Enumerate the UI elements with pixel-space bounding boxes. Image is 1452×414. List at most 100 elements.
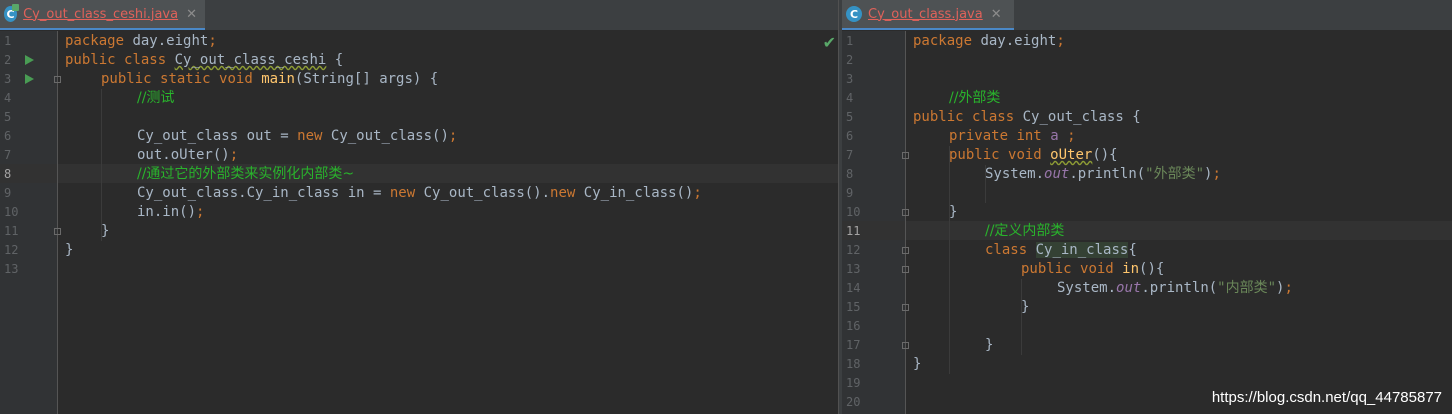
- identifier: in.in(): [137, 204, 197, 220]
- identifier: day.eight: [980, 33, 1057, 49]
- line-number: 8: [846, 167, 854, 181]
- line-number: 5: [846, 110, 854, 124]
- comment: //测试: [137, 90, 175, 106]
- code-line: }: [1021, 299, 1030, 315]
- keyword: package: [65, 33, 125, 49]
- left-gutter[interactable]: 1 2 3 4 5 6 7 8 9 10 11 12 13: [0, 31, 61, 414]
- line-number: 3: [4, 72, 12, 86]
- code-line: //测试: [137, 89, 838, 108]
- line-number: 16: [846, 319, 861, 333]
- class-name: Cy_in_class: [1035, 242, 1129, 258]
- keyword: class: [124, 52, 167, 68]
- run-icon[interactable]: [25, 74, 34, 84]
- left-tab-bar: C Cy_out_class_ceshi.java ✕: [0, 0, 838, 31]
- close-icon[interactable]: ✕: [991, 7, 1002, 22]
- line-number: 17: [846, 338, 861, 352]
- code-line: }: [101, 223, 110, 239]
- keyword: package: [913, 33, 973, 49]
- string-literal: "内部类": [1217, 280, 1277, 296]
- punct: ;: [448, 128, 458, 144]
- line-number: 19: [846, 376, 861, 390]
- line-number: 13: [4, 262, 19, 276]
- punct: ;: [196, 204, 205, 220]
- indent-guide: [101, 89, 102, 241]
- code-line: public void in(){: [1021, 261, 1165, 277]
- line-number: 11: [846, 224, 861, 238]
- code-line: //通过它的外部类来实例化内部类~: [137, 165, 838, 184]
- line-number: 11: [4, 224, 19, 238]
- line-number: 4: [4, 91, 12, 105]
- keyword: public: [1021, 261, 1072, 277]
- code-line: package day.eight;: [913, 32, 1452, 51]
- code-line: Cy_out_class out = new Cy_out_class();: [137, 127, 838, 146]
- method-name: main: [261, 71, 295, 87]
- code-line: }: [949, 204, 958, 220]
- line-number: 8: [4, 167, 12, 181]
- tab-cy-out-class-ceshi[interactable]: C Cy_out_class_ceshi.java ✕: [0, 0, 205, 30]
- punct: ;: [693, 185, 702, 201]
- identifier: System.: [1057, 280, 1117, 296]
- line-number: 10: [4, 205, 19, 219]
- comment: //通过它的外部类来实例化内部类~: [137, 166, 355, 182]
- code-line: //外部类: [949, 89, 1452, 108]
- line-number: 18: [846, 357, 861, 371]
- keyword: public: [65, 52, 116, 68]
- code-line: out.oUter();: [137, 146, 838, 165]
- line-number: 2: [4, 53, 12, 67]
- line-number: 13: [846, 262, 861, 276]
- keyword: void: [219, 71, 253, 87]
- method-name: in: [1122, 261, 1140, 277]
- left-code-area[interactable]: ✔ package day.eight; public class Cy_out…: [58, 31, 838, 414]
- line-number: 4: [846, 91, 854, 105]
- keyword: new: [297, 128, 323, 144]
- keyword: public: [101, 71, 152, 87]
- keyword: public: [913, 109, 964, 125]
- punct: ;: [1284, 280, 1293, 296]
- line-number: 7: [846, 148, 854, 162]
- line-number: 10: [846, 205, 861, 219]
- keyword: new: [550, 185, 576, 201]
- java-class-icon: C: [846, 6, 862, 22]
- line-number: 12: [4, 243, 19, 257]
- tab-cy-out-class[interactable]: C Cy_out_class.java ✕: [842, 0, 1014, 30]
- identifier: Cy_out_class().: [423, 185, 551, 201]
- code-line: //定义内部类: [985, 222, 1452, 241]
- keyword: class: [972, 109, 1015, 125]
- identifier: System.: [985, 166, 1045, 182]
- code-line: class Cy_in_class{: [985, 242, 1137, 258]
- run-icon[interactable]: [25, 55, 34, 65]
- identifier: Cy_in_class(): [583, 185, 694, 201]
- indent-guide: [949, 146, 950, 374]
- keyword: int: [1016, 128, 1042, 144]
- identifier: .println(: [1069, 166, 1146, 182]
- code-line: private int a ;: [949, 127, 1452, 146]
- comment: //定义内部类: [985, 223, 1065, 239]
- line-number: 3: [846, 72, 854, 86]
- punct: ;: [229, 147, 239, 163]
- keyword: private: [949, 128, 1009, 144]
- class-name: Cy_out_class: [1022, 109, 1124, 125]
- close-icon[interactable]: ✕: [186, 7, 197, 22]
- line-number: 9: [4, 186, 12, 200]
- code-line: System.out.println("内部类");: [1057, 280, 1293, 296]
- code-line: }: [913, 356, 922, 372]
- line-number: 14: [846, 281, 861, 295]
- right-code-area[interactable]: package day.eight; //外部类 public class Cy…: [906, 31, 1452, 414]
- java-class-icon: C: [4, 4, 20, 22]
- code-line: package day.eight;: [65, 32, 838, 51]
- code-line: in.in();: [137, 203, 838, 222]
- line-number: 12: [846, 243, 861, 257]
- right-gutter[interactable]: 1 2 3 4 5 6 7 8 9 10 11 12 13 14 15 16 1…: [842, 31, 909, 414]
- static-field: out: [1116, 280, 1142, 296]
- code-line: public void oUter(){: [949, 147, 1118, 163]
- identifier: .println(: [1141, 280, 1218, 296]
- keyword: new: [389, 185, 416, 201]
- keyword: void: [1008, 147, 1042, 163]
- punct: ;: [208, 33, 217, 49]
- code-line: }: [65, 242, 74, 258]
- tab-label: Cy_out_class.java: [868, 6, 983, 22]
- keyword: class: [985, 242, 1028, 258]
- line-number: 15: [846, 300, 861, 314]
- punct: ;: [1067, 128, 1076, 144]
- identifier: Cy_out_class.Cy_in_class in =: [137, 185, 390, 201]
